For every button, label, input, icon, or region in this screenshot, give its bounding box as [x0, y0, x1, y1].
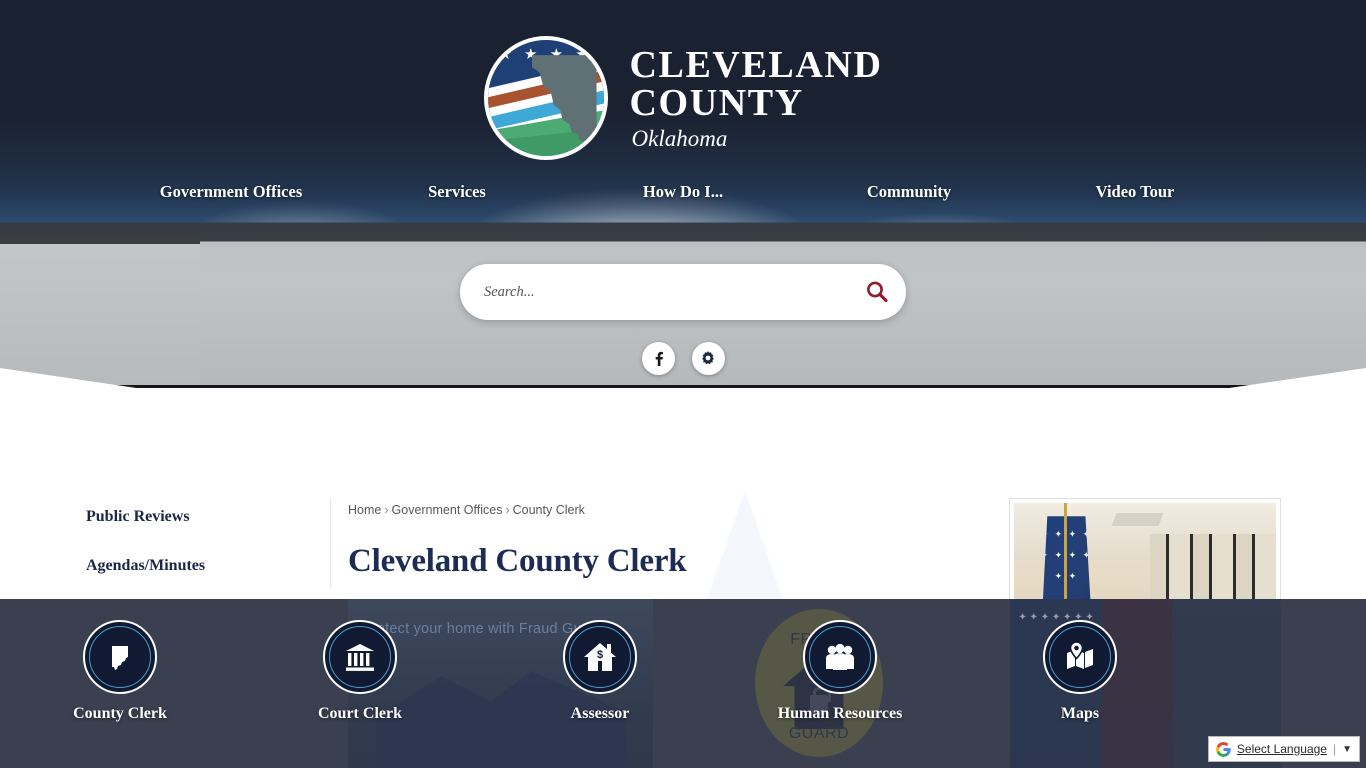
google-translate-widget[interactable]: Select Language | ▼: [1207, 736, 1360, 762]
nav-item-government-offices[interactable]: Government Offices: [118, 182, 344, 202]
search-bar: [460, 264, 906, 320]
brand-line-1: CLEVELAND: [629, 43, 883, 86]
translate-label: Select Language: [1236, 742, 1327, 756]
county-shape-icon: [112, 646, 128, 670]
breadcrumb-current: County Clerk: [512, 503, 585, 517]
facebook-link[interactable]: [641, 342, 675, 375]
courthouse-icon: [346, 644, 374, 671]
page-root: ★ ★ ★ ★ CLEVELAND COUNTY Oklahoma Govern…: [0, 0, 1366, 768]
site-wordmark: CLEVELAND COUNTY Oklahoma: [629, 43, 883, 152]
house-dollar-icon: $: [584, 643, 616, 671]
sidebar-item-public-reviews[interactable]: Public Reviews: [86, 508, 336, 526]
site-brand: ★ ★ ★ ★ CLEVELAND COUNTY Oklahoma: [0, 36, 1366, 160]
google-g-icon: [1215, 741, 1231, 757]
quicklink-court-clerk[interactable]: Court Clerk: [240, 620, 480, 723]
breadcrumb-separator-2: ›: [505, 503, 510, 517]
quicklink-county-clerk[interactable]: County Clerk: [0, 620, 240, 723]
brand-line-2: COUNTY: [629, 82, 804, 125]
brand-line-3: Oklahoma: [631, 126, 728, 152]
social-links: [0, 342, 1366, 375]
quicklink-label: Assessor: [570, 705, 630, 722]
quicklink-label: Court Clerk: [318, 705, 402, 722]
cleveland-county-seal-icon[interactable]: ★ ★ ★ ★: [483, 36, 608, 160]
quicklink-human-resources[interactable]: Human Resources: [720, 620, 960, 723]
page-title: Cleveland County Clerk: [348, 543, 687, 579]
sidebar-divider: [330, 498, 331, 588]
quicklink-circle: [1043, 620, 1117, 694]
hero-header: ★ ★ ★ ★ CLEVELAND COUNTY Oklahoma Govern…: [0, 0, 1366, 478]
search-icon: [867, 281, 888, 303]
search-input[interactable]: [460, 283, 848, 301]
breadcrumb-separator-1: ›: [384, 503, 389, 517]
svg-text:$: $: [597, 649, 603, 661]
facebook-icon: [655, 351, 663, 366]
search-button[interactable]: [848, 264, 906, 320]
breadcrumb-government-offices[interactable]: Government Offices: [392, 503, 503, 517]
breadcrumb-home[interactable]: Home: [348, 503, 381, 517]
quicklink-label: Human Resources: [777, 705, 903, 722]
map-pin-icon: [1067, 641, 1093, 669]
quicklink-circle: [323, 620, 397, 694]
sidebar-item-agendas-minutes[interactable]: Agendas/Minutes: [86, 557, 336, 575]
gear-icon: [702, 350, 714, 364]
nav-item-how-do-i[interactable]: How Do I...: [570, 182, 796, 202]
nav-item-services[interactable]: Services: [344, 182, 570, 202]
quicklink-maps[interactable]: Maps: [960, 620, 1200, 723]
translate-separator: |: [1332, 742, 1337, 756]
quicklink-label: Maps: [1060, 705, 1100, 722]
breadcrumb: Home › Government Offices › County Clerk: [348, 503, 585, 517]
quicklink-assessor[interactable]: $ Assessor: [480, 620, 720, 723]
quicklink-circle: [803, 620, 877, 694]
chevron-down-icon[interactable]: ▼: [1342, 744, 1352, 755]
quicklink-label: County Clerk: [73, 705, 167, 722]
quicklink-circle: [83, 620, 157, 694]
nav-item-video-tour[interactable]: Video Tour: [1022, 182, 1248, 202]
nav-item-community[interactable]: Community: [796, 182, 1022, 202]
settings-link[interactable]: [691, 342, 725, 375]
quicklink-circle: $: [563, 620, 637, 694]
quicklinks-row: County Clerk Court Clerk $ Assessor Huma…: [0, 620, 1366, 750]
main-navigation: Government Offices Services How Do I... …: [0, 182, 1366, 202]
people-group-icon: [826, 643, 854, 670]
